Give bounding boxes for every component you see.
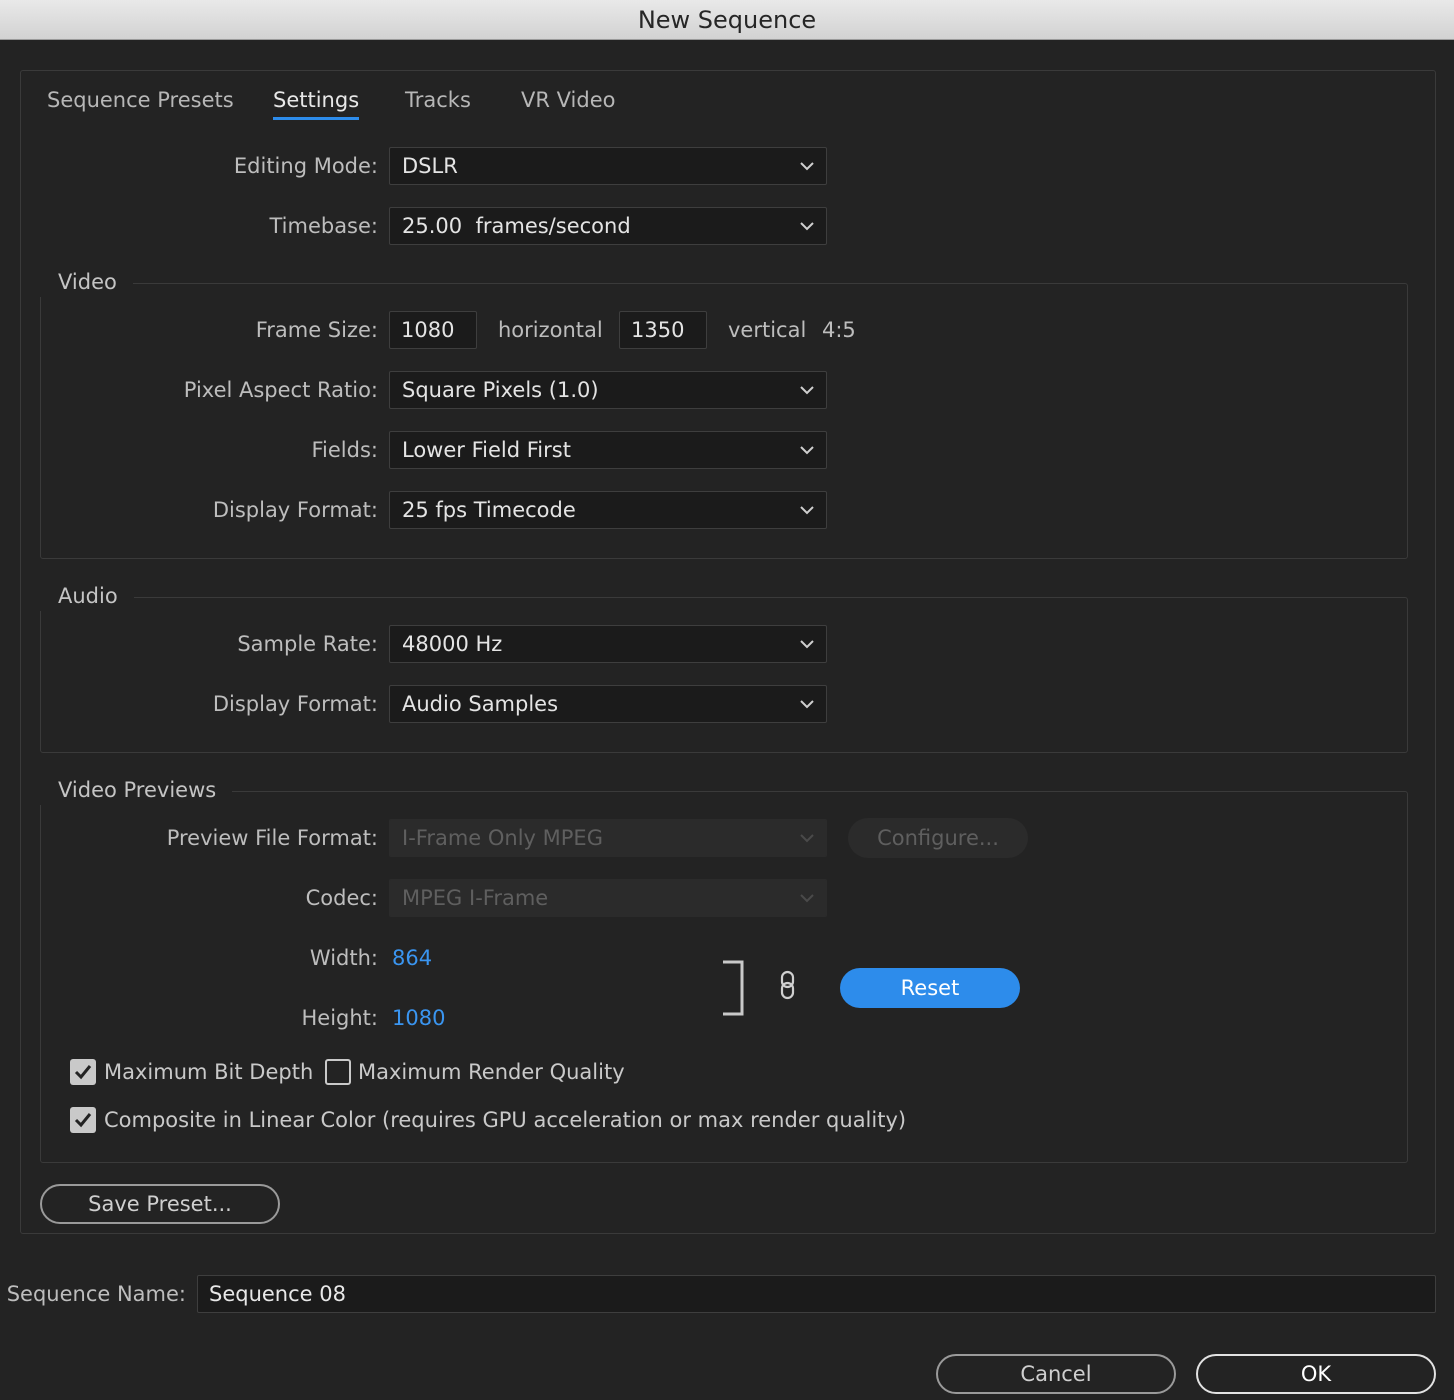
timebase-value: 25.00 frames/second	[402, 214, 631, 238]
preview-file-format-select: I-Frame Only MPEG	[389, 819, 827, 857]
width-label: Width:	[309, 946, 378, 970]
ok-button[interactable]: OK	[1196, 1354, 1436, 1394]
audio-display-format-value: Audio Samples	[402, 692, 559, 716]
audio-display-format-label: Display Format:	[212, 692, 378, 716]
frame-width-input[interactable]: 1080	[389, 311, 477, 349]
chevron-down-icon	[798, 217, 816, 235]
editing-mode-label: Editing Mode:	[233, 154, 378, 178]
video-display-format-label: Display Format:	[212, 498, 378, 522]
video-display-format-select[interactable]: 25 fps Timecode	[389, 491, 827, 529]
tab-sequence-presets[interactable]: Sequence Presets	[47, 84, 234, 120]
chevron-down-icon	[798, 695, 816, 713]
checkmark-icon	[74, 1113, 92, 1128]
link-bracket	[722, 960, 744, 1016]
codec-value: MPEG I-Frame	[402, 886, 549, 910]
sample-rate-label: Sample Rate:	[237, 632, 378, 656]
editing-mode-select[interactable]: DSLR	[389, 147, 827, 185]
timebase-select[interactable]: 25.00 frames/second	[389, 207, 827, 245]
max-bit-depth-checkbox[interactable]	[70, 1059, 96, 1085]
pixel-aspect-ratio-select[interactable]: Square Pixels (1.0)	[389, 371, 827, 409]
chevron-down-icon	[798, 635, 816, 653]
cancel-button[interactable]: Cancel	[936, 1354, 1176, 1394]
fields-label: Fields:	[311, 438, 379, 462]
video-display-format-value: 25 fps Timecode	[402, 498, 576, 522]
video-previews-group-title: Video Previews	[40, 775, 233, 805]
fields-select[interactable]: Lower Field First	[389, 431, 827, 469]
max-render-quality-label[interactable]: Maximum Render Quality	[358, 1057, 625, 1087]
preview-file-format-value: I-Frame Only MPEG	[402, 826, 603, 850]
sequence-name-input[interactable]: Sequence 08	[197, 1275, 1436, 1313]
audio-display-format-select[interactable]: Audio Samples	[389, 685, 827, 723]
tab-tracks[interactable]: Tracks	[405, 84, 471, 120]
horizontal-label: horizontal	[498, 318, 603, 342]
preview-height-value[interactable]: 1080	[392, 999, 445, 1037]
chevron-down-icon	[798, 501, 816, 519]
aspect-ratio-text: 4:5	[822, 318, 856, 342]
chevron-down-icon	[798, 381, 816, 399]
chevron-down-icon	[798, 157, 816, 175]
fields-value: Lower Field First	[402, 438, 571, 462]
chain-link-icon[interactable]	[778, 970, 798, 1000]
pixel-aspect-ratio-value: Square Pixels (1.0)	[402, 378, 599, 402]
reset-button[interactable]: Reset	[840, 968, 1020, 1008]
linear-color-checkbox[interactable]	[70, 1107, 96, 1133]
chevron-down-icon	[798, 829, 816, 847]
codec-select: MPEG I-Frame	[389, 879, 827, 917]
tab-vr-video[interactable]: VR Video	[521, 84, 615, 120]
frame-size-label: Frame Size:	[255, 318, 378, 342]
vertical-label: vertical	[728, 318, 807, 342]
editing-mode-value: DSLR	[402, 154, 458, 178]
frame-height-input[interactable]: 1350	[619, 311, 707, 349]
chevron-down-icon	[798, 889, 816, 907]
codec-label: Codec:	[305, 886, 378, 910]
max-bit-depth-label[interactable]: Maximum Bit Depth	[104, 1057, 313, 1087]
configure-button: Configure...	[848, 818, 1028, 858]
preview-file-format-label: Preview File Format:	[166, 826, 378, 850]
tab-settings[interactable]: Settings	[273, 84, 360, 120]
video-group-title: Video	[40, 267, 133, 297]
checkmark-icon	[74, 1065, 92, 1080]
timebase-label: Timebase:	[269, 214, 378, 238]
sample-rate-value: 48000 Hz	[402, 632, 503, 656]
sequence-name-label: Sequence Name:	[6, 1282, 186, 1306]
pixel-aspect-ratio-label: Pixel Aspect Ratio:	[183, 378, 378, 402]
sample-rate-select[interactable]: 48000 Hz	[389, 625, 827, 663]
audio-group-title: Audio	[40, 581, 134, 611]
max-render-quality-checkbox[interactable]	[325, 1059, 351, 1085]
save-preset-button[interactable]: Save Preset...	[40, 1184, 280, 1224]
linear-color-label[interactable]: Composite in Linear Color (requires GPU …	[104, 1105, 906, 1135]
window-title: New Sequence	[0, 0, 1454, 40]
height-label: Height:	[301, 1006, 379, 1030]
chevron-down-icon	[798, 441, 816, 459]
audio-group	[40, 597, 1408, 753]
preview-width-value[interactable]: 864	[392, 939, 432, 977]
